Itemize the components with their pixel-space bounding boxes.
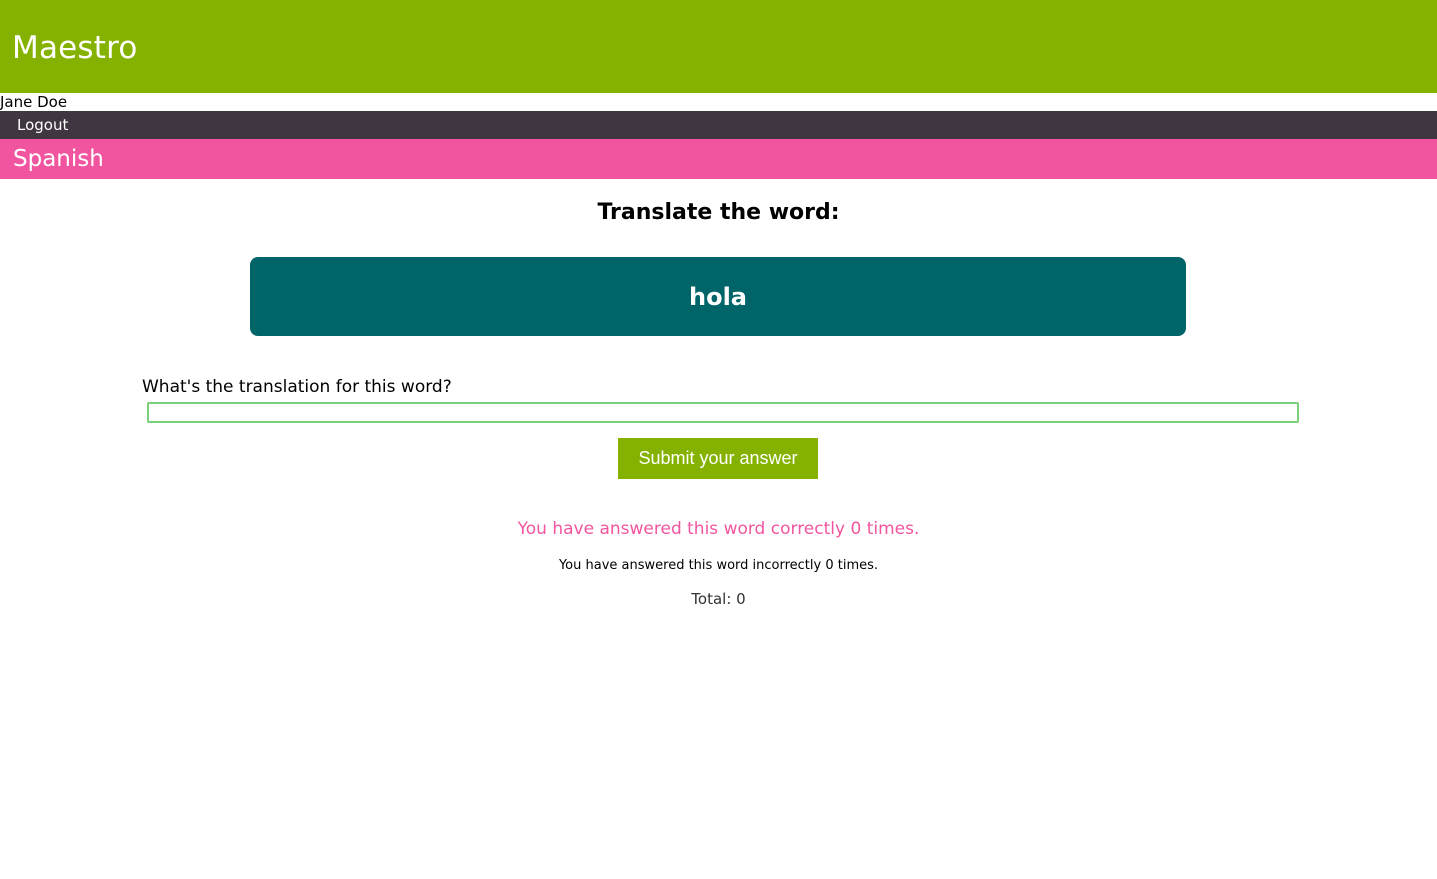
total-count-text: Total: 0 (691, 590, 746, 608)
quiz-main: Translate the word: hola What's the tran… (0, 179, 1437, 879)
word-to-translate: hola (689, 282, 747, 311)
word-card: hola (250, 257, 1186, 336)
prompt-heading: Translate the word: (597, 200, 840, 225)
app-header: Maestro (0, 0, 1437, 93)
logout-link[interactable]: Logout (17, 116, 68, 134)
nav-bar: Logout (0, 111, 1437, 139)
submit-answer-button[interactable]: Submit your answer (618, 438, 818, 479)
language-bar: Spanish (0, 139, 1437, 179)
app-title: Maestro (12, 30, 138, 66)
language-title: Spanish (13, 146, 104, 172)
incorrect-count-text: You have answered this word incorrectly … (558, 558, 879, 573)
answer-input[interactable] (147, 402, 1299, 423)
correct-count-text: You have answered this word correctly 0 … (517, 519, 920, 539)
user-name: Jane Doe (0, 93, 68, 111)
answer-label: What's the translation for this word? (142, 377, 452, 397)
